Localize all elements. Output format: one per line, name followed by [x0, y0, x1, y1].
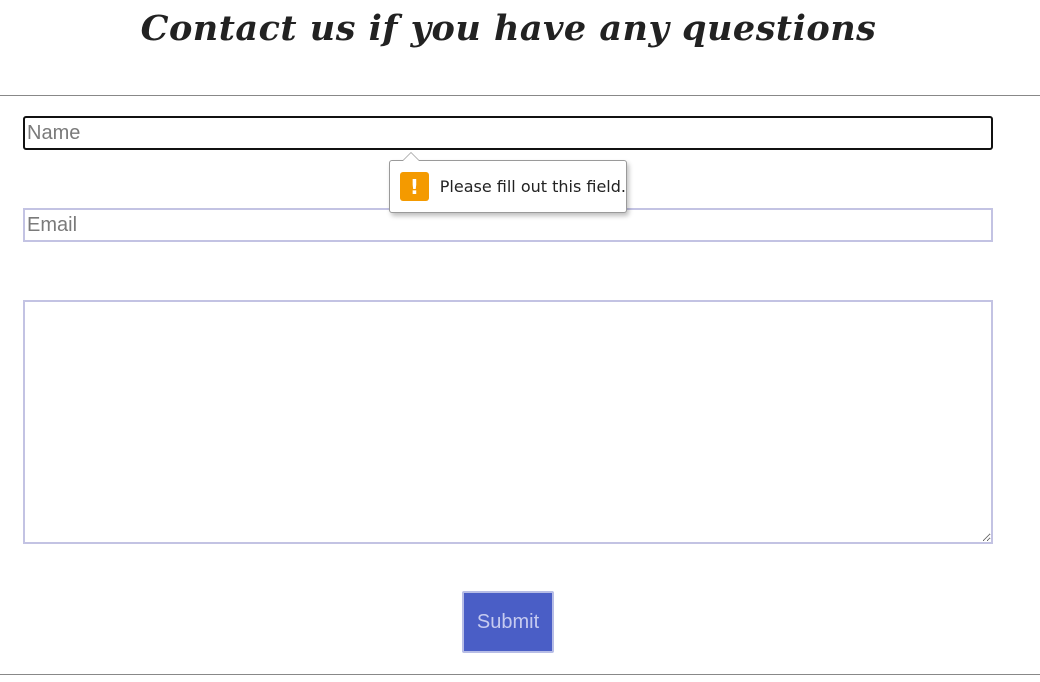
validation-tooltip: ! Please fill out this field.	[389, 152, 627, 213]
warning-icon: !	[400, 172, 429, 201]
tooltip-arrow	[402, 152, 420, 161]
name-field[interactable]	[23, 116, 993, 150]
submit-button[interactable]: Submit	[462, 591, 554, 653]
footer-divider	[0, 674, 1040, 675]
header-divider	[0, 95, 1040, 96]
page-title: Contact us if you have any questions	[140, 8, 877, 49]
tooltip-message: Please fill out this field.	[439, 177, 626, 196]
message-field[interactable]	[23, 300, 993, 544]
email-field[interactable]	[23, 208, 993, 242]
